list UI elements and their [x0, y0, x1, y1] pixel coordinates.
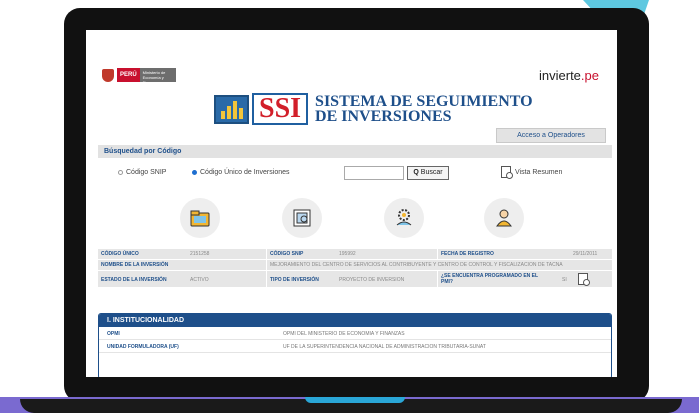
document-button[interactable]	[282, 198, 322, 238]
gears-icon	[396, 209, 412, 226]
tipo-cell: TIPO DE INVERSIÓN PROYECTO DE INVERSION	[267, 271, 437, 287]
acceso-operadores-button[interactable]: Acceso a Operadores	[496, 128, 606, 143]
user-icon	[496, 209, 512, 227]
radio-snip-dot[interactable]	[118, 170, 123, 175]
estado-label: ESTADO DE LA INVERSIÓN	[101, 277, 167, 283]
estado-value: ACTIVO	[190, 277, 209, 283]
info-row-nombre: NOMBRE DE LA INVERSIÓN MEJORAMIENTO DEL …	[98, 260, 612, 271]
stage: PERÚ Ministerio de Economía y Finanzas i…	[0, 0, 699, 413]
system-title-line1: SISTEMA DE SEGUIMIENTO	[315, 93, 533, 110]
radio-snip[interactable]: Código SNIP	[118, 169, 166, 176]
invierte-prefix: invierte	[539, 68, 581, 83]
tipo-value: PROYECTO DE INVERSION	[339, 277, 405, 283]
screen: PERÚ Ministerio de Economía y Finanzas i…	[86, 30, 617, 377]
opmi-value: OPMI DEL MINISTERIO DE ECONOMIA Y FINANZ…	[283, 331, 405, 337]
table-row: OPMI OPMI DEL MINISTERIO DE ECONOMIA Y F…	[99, 327, 611, 340]
vista-resumen-link[interactable]: Vista Resumen	[501, 166, 563, 179]
codigo-unico-label: CÓDIGO ÚNICO	[101, 251, 139, 257]
fecha-cell: FECHA DE REGISTRO 29/11/2011	[438, 249, 612, 259]
bar-chart-icon	[214, 94, 249, 124]
system-title: SISTEMA DE SEGUIMIENTO DE INVERSIONES	[315, 93, 533, 125]
document-search-icon	[501, 166, 513, 179]
system-title-line2: DE INVERSIONES	[315, 108, 452, 125]
radio-cui-dot[interactable]	[192, 170, 197, 175]
radio-cui-label: Código Único de Inversiones	[200, 169, 290, 176]
search-icon: Q	[413, 169, 419, 176]
search-row: Código SNIP Código Único de Inversiones …	[98, 161, 612, 183]
fecha-value: 29/11/2011	[573, 251, 598, 257]
info-row-estado: ESTADO DE LA INVERSIÓN ACTIVO TIPO DE IN…	[98, 271, 612, 288]
pmi-cell: ¿SE ENCUENTRA PROGRAMADO EN EL PMI? SI	[438, 271, 612, 287]
laptop-notch	[305, 397, 405, 403]
ssi-logo: SSI SISTEMA DE SEGUIMIENTO DE INVERSIONE…	[214, 93, 533, 125]
codigo-unico-value: 2151258	[190, 251, 210, 257]
user-button[interactable]	[484, 198, 524, 238]
fecha-label: FECHA DE REGISTRO	[441, 251, 494, 257]
gears-button[interactable]	[384, 198, 424, 238]
search-button[interactable]: Q Buscar	[407, 166, 449, 180]
peru-mef-logo[interactable]: PERÚ Ministerio de Economía y Finanzas	[102, 68, 176, 85]
opmi-label: OPMI	[107, 331, 120, 337]
codigo-snip-value: 195992	[339, 251, 356, 257]
radio-snip-label: Código SNIP	[126, 169, 167, 176]
estado-cell: ESTADO DE LA INVERSIÓN ACTIVO	[98, 271, 266, 287]
uf-value: UF DE LA SUPERINTENDENCIA NACIONAL DE AD…	[283, 344, 486, 350]
table-row: UNIDAD FORMULADORA (UF) UF DE LA SUPERIN…	[99, 340, 611, 353]
pmi-value: SI	[562, 277, 567, 283]
vista-resumen-label: Vista Resumen	[515, 168, 563, 176]
invierte-suffix: .pe	[580, 68, 599, 83]
codigo-snip-cell: CÓDIGO SNIP 195992	[267, 249, 437, 259]
nombre-label-cell: NOMBRE DE LA INVERSIÓN	[98, 260, 266, 270]
ministry-label: Ministerio de Economía y Finanzas	[139, 68, 176, 85]
codigo-unico-cell: CÓDIGO ÚNICO 2151258	[98, 249, 266, 259]
uf-label: UNIDAD FORMULADORA (UF)	[107, 344, 179, 350]
info-row-codes: CÓDIGO ÚNICO 2151258 CÓDIGO SNIP 195992 …	[98, 249, 612, 260]
project-info: CÓDIGO ÚNICO 2151258 CÓDIGO SNIP 195992 …	[98, 249, 612, 288]
search-section-title: Búsquedad por Código	[98, 145, 612, 158]
folder-icon	[190, 210, 210, 227]
institucionalidad-panel: I. INSTITUCIONALIDAD OPMI OPMI DEL MINIS…	[98, 313, 612, 377]
peru-label: PERÚ	[117, 68, 140, 82]
institucionalidad-title: I. INSTITUCIONALIDAD	[99, 314, 611, 327]
codigo-snip-label: CÓDIGO SNIP	[270, 251, 304, 257]
tipo-label: TIPO DE INVERSIÓN	[270, 277, 319, 283]
code-search-input[interactable]	[344, 166, 404, 180]
coat-of-arms-icon	[102, 68, 114, 82]
search-button-label: Buscar	[420, 169, 443, 176]
nombre-value: MEJORAMIENTO DEL CENTRO DE SERVICIOS AL …	[267, 260, 612, 270]
pmi-label: ¿SE ENCUENTRA PROGRAMADO EN EL PMI?	[441, 273, 538, 285]
document-icon	[293, 209, 311, 227]
radio-cui[interactable]: Código Único de Inversiones	[192, 169, 290, 176]
folder-button[interactable]	[180, 198, 220, 238]
invierte-logo[interactable]: invierte.pe	[539, 68, 599, 83]
site-header: PERÚ Ministerio de Economía y Finanzas i…	[86, 30, 617, 128]
nombre-label: NOMBRE DE LA INVERSIÓN	[101, 262, 169, 268]
ssi-logo-text: SSI	[252, 93, 309, 125]
pmi-document-icon[interactable]	[578, 273, 590, 286]
